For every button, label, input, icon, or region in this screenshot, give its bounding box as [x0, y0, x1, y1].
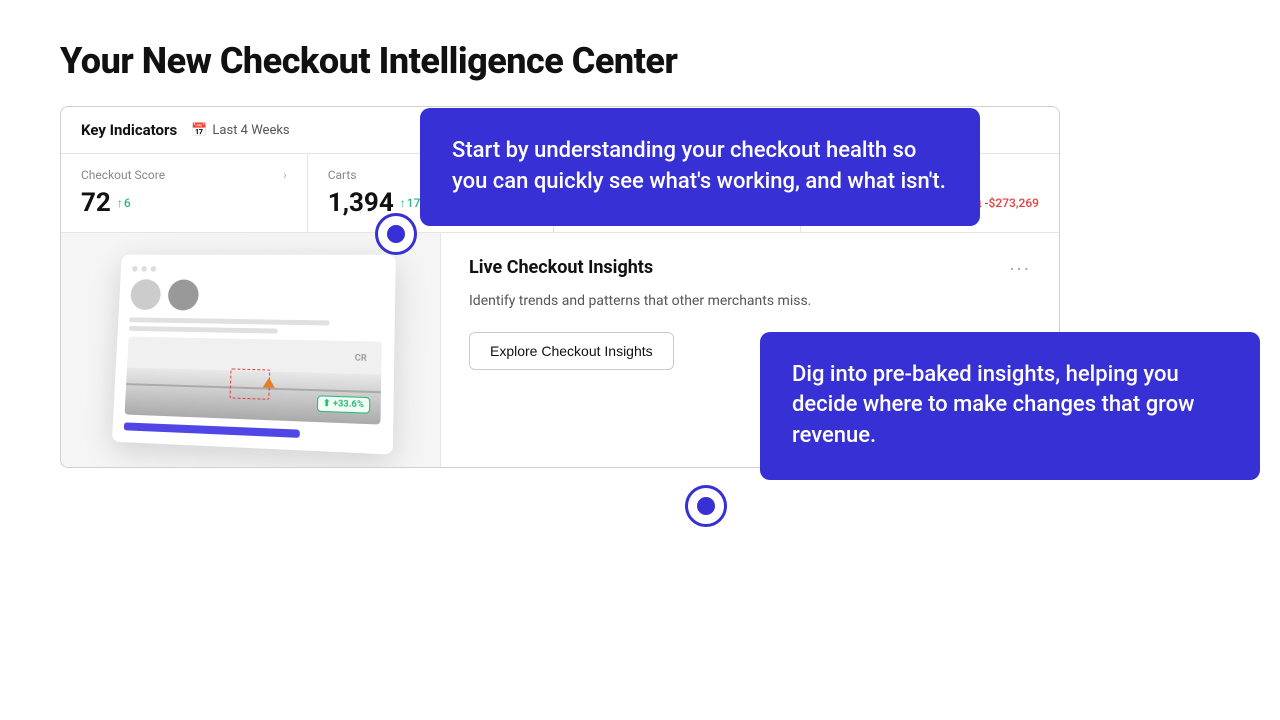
insights-image-area: ⬆ +33.6% CR	[61, 233, 441, 467]
insights-description: Identify trends and patterns that other …	[469, 291, 1031, 312]
more-options-button[interactable]: ···	[1009, 257, 1031, 281]
metric-value-checkout-score: 72 ↑6	[81, 188, 287, 218]
page-title: Your New Checkout Intelligence Center	[60, 40, 1220, 82]
insights-header: Live Checkout Insights ···	[469, 257, 1031, 281]
date-range-label: Last 4 Weeks	[212, 123, 289, 138]
key-indicators-title: Key Indicators	[81, 121, 177, 139]
indicator-circle-1	[375, 213, 417, 255]
chevron-right-icon: ›	[283, 168, 287, 182]
indicator-circle-2	[685, 485, 727, 527]
insights-title: Live Checkout Insights	[469, 257, 653, 278]
indicator-circle-2-inner	[697, 497, 715, 515]
tooltip-checkout-health: Start by understanding your checkout hea…	[420, 108, 980, 226]
metric-label-checkout-score: Checkout Score ›	[81, 168, 287, 182]
metric-change-abandoned-revenue: ↓-$273,269	[977, 196, 1039, 210]
metric-cell-checkout-score[interactable]: Checkout Score › 72 ↑6	[61, 154, 308, 232]
mockup-card: ⬆ +33.6% CR	[111, 255, 395, 455]
explore-insights-button[interactable]: Explore Checkout Insights	[469, 332, 674, 370]
indicator-circle-1-inner	[387, 225, 405, 243]
date-range-badge[interactable]: 📅 Last 4 Weeks	[191, 123, 289, 138]
metric-change-checkout-score: ↑6	[117, 196, 131, 210]
calendar-icon: 📅	[191, 123, 207, 138]
tooltip-insights: Dig into pre-baked insights, helping you…	[760, 332, 1260, 480]
